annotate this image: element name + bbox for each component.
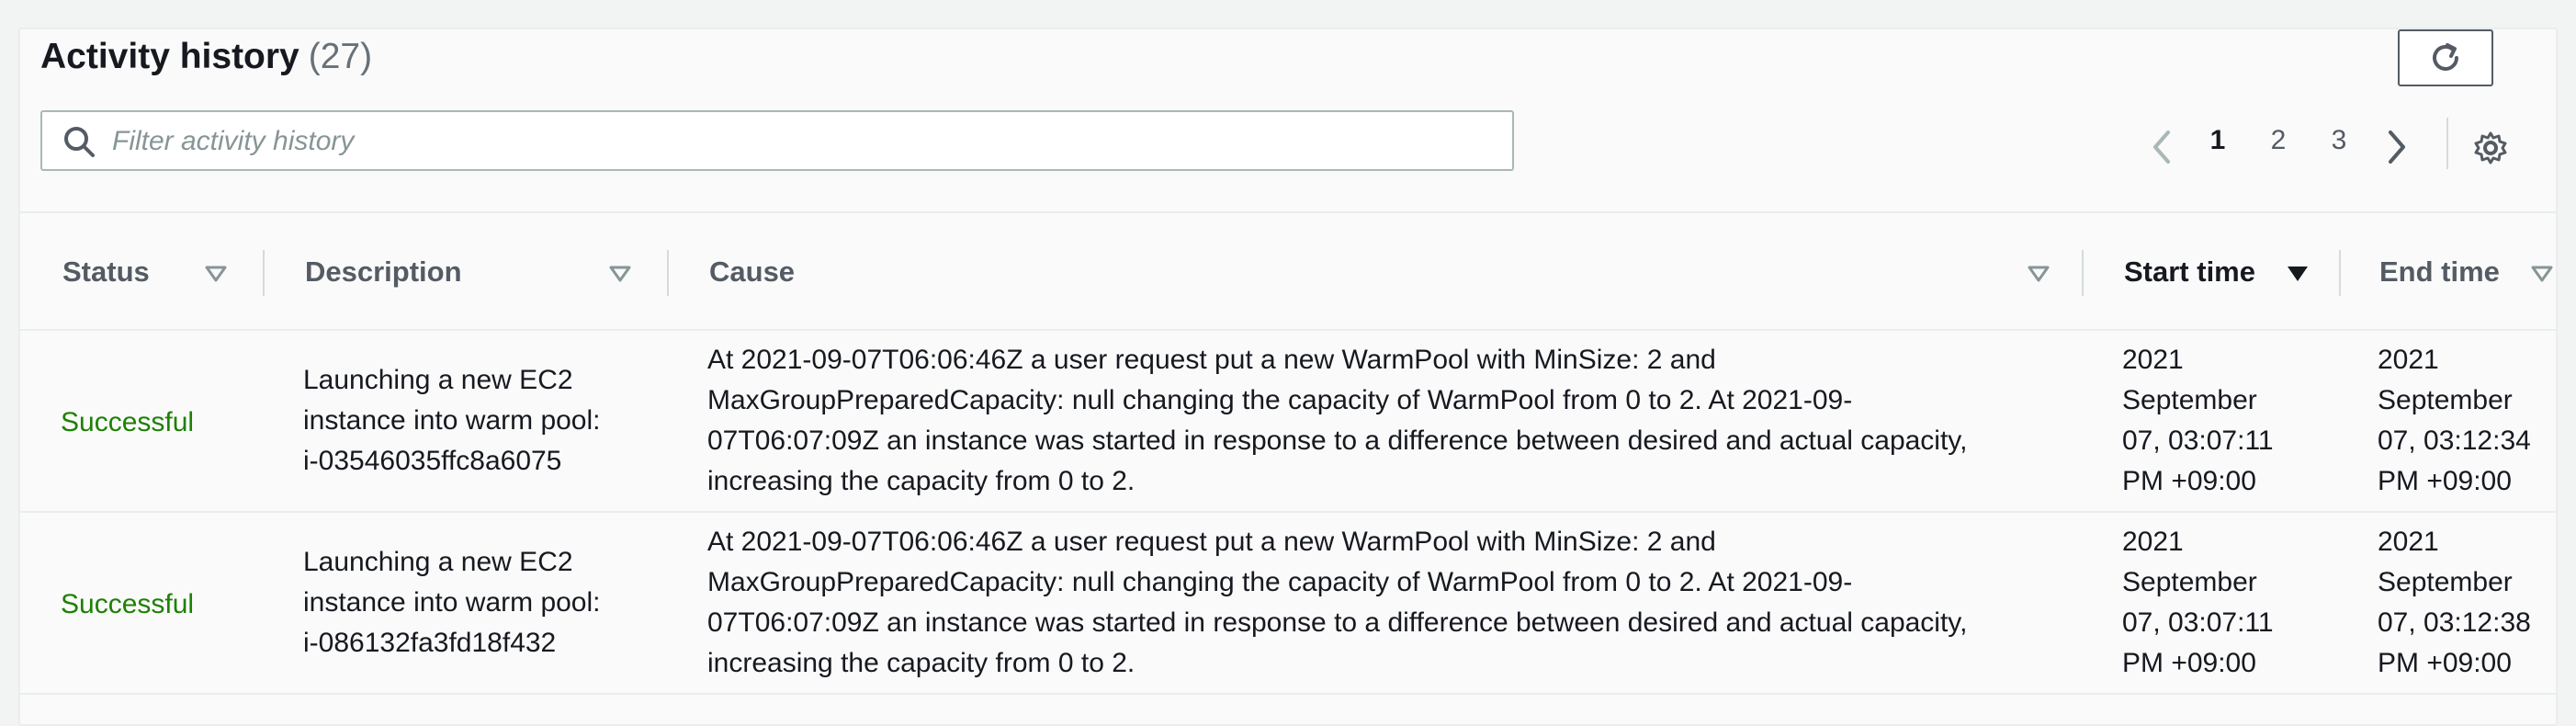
cause-line: 07T06:07:09Z an instance was started in … bbox=[707, 425, 1968, 456]
end-time-cell: 2021 September 07, 03:12:34 PM +09:00 bbox=[2378, 340, 2531, 502]
description-line: instance into warm pool: bbox=[303, 405, 601, 436]
pager-divider bbox=[2446, 118, 2448, 169]
search-icon bbox=[64, 127, 95, 157]
cause-line: At 2021-09-07T06:06:46Z a user request p… bbox=[707, 527, 1716, 557]
start-time-line: PM +09:00 bbox=[2122, 466, 2256, 496]
caret-down-icon[interactable] bbox=[2530, 265, 2554, 283]
cause-line: MaxGroupPreparedCapacity: null changing … bbox=[707, 567, 1853, 597]
cause-line: increasing the capacity from 0 to 2. bbox=[707, 648, 1135, 678]
column-separator bbox=[2339, 250, 2341, 296]
description-line: i-086132fa3fd18f432 bbox=[303, 628, 557, 658]
end-time-line: September bbox=[2378, 567, 2513, 597]
title-text: Activity history bbox=[40, 37, 299, 76]
column-end-time[interactable]: End time bbox=[2379, 213, 2500, 331]
cause-line: 07T06:07:09Z an instance was started in … bbox=[707, 607, 1968, 638]
start-time-line: PM +09:00 bbox=[2122, 648, 2256, 678]
end-time-line: 07, 03:12:34 bbox=[2378, 425, 2531, 456]
end-time-line: PM +09:00 bbox=[2378, 648, 2512, 678]
start-time-line: September bbox=[2122, 567, 2257, 597]
search-input[interactable] bbox=[110, 116, 1492, 167]
caret-down-icon[interactable] bbox=[2027, 265, 2051, 283]
chevron-right-icon[interactable] bbox=[2385, 129, 2411, 165]
description-line: i-03546035ffc8a6075 bbox=[303, 446, 562, 476]
start-time-cell: 2021 September 07, 03:07:11 PM +09:00 bbox=[2122, 522, 2274, 684]
cause-cell: At 2021-09-07T06:06:46Z a user request p… bbox=[707, 522, 1967, 684]
start-time-line: 07, 03:07:11 bbox=[2122, 607, 2274, 638]
column-start-time[interactable]: Start time bbox=[2124, 213, 2255, 331]
column-cause[interactable]: Cause bbox=[709, 213, 795, 331]
start-time-line: 2021 bbox=[2122, 527, 2184, 557]
end-time-cell: 2021 September 07, 03:12:38 PM +09:00 bbox=[2378, 522, 2531, 684]
end-time-line: September bbox=[2378, 385, 2513, 415]
status-successful: Successful bbox=[61, 589, 195, 619]
search-field[interactable] bbox=[40, 110, 1514, 171]
start-time-line: 07, 03:07:11 bbox=[2122, 425, 2274, 456]
start-time-line: September bbox=[2122, 385, 2257, 415]
end-time-line: 2021 bbox=[2378, 345, 2439, 375]
cause-line: At 2021-09-07T06:06:46Z a user request p… bbox=[707, 345, 1716, 375]
column-separator bbox=[263, 250, 265, 296]
page-2[interactable]: 2 bbox=[2260, 125, 2297, 156]
refresh-icon bbox=[2433, 43, 2458, 71]
table-row[interactable]: Successful Launching a new EC2 instance … bbox=[20, 513, 2556, 693]
chevron-left-icon[interactable] bbox=[2148, 129, 2174, 165]
caret-down-icon[interactable] bbox=[608, 265, 632, 283]
page-3[interactable]: 3 bbox=[2321, 125, 2357, 156]
column-status[interactable]: Status bbox=[62, 213, 150, 331]
cause-line: MaxGroupPreparedCapacity: null changing … bbox=[707, 385, 1853, 415]
row-divider bbox=[20, 693, 2556, 695]
page-title: Activity history (27) bbox=[40, 37, 372, 77]
start-time-cell: 2021 September 07, 03:07:11 PM +09:00 bbox=[2122, 340, 2274, 502]
caret-down-icon[interactable] bbox=[2286, 265, 2310, 283]
page-1[interactable]: 1 bbox=[2199, 125, 2236, 156]
end-time-line: 2021 bbox=[2378, 527, 2439, 557]
column-separator bbox=[667, 250, 669, 296]
gear-icon[interactable] bbox=[2473, 130, 2508, 165]
description-line: Launching a new EC2 bbox=[303, 365, 573, 395]
description-line: Launching a new EC2 bbox=[303, 547, 573, 577]
caret-down-icon[interactable] bbox=[204, 265, 228, 283]
cause-cell: At 2021-09-07T06:06:46Z a user request p… bbox=[707, 340, 1967, 502]
description-line: instance into warm pool: bbox=[303, 587, 601, 618]
activity-count: (27) bbox=[308, 37, 373, 76]
cause-line: increasing the capacity from 0 to 2. bbox=[707, 466, 1135, 496]
column-separator bbox=[2082, 250, 2084, 296]
description-cell: Launching a new EC2 instance into warm p… bbox=[303, 542, 601, 664]
table-row[interactable]: Successful Launching a new EC2 instance … bbox=[20, 331, 2556, 511]
end-time-line: PM +09:00 bbox=[2378, 466, 2512, 496]
start-time-line: 2021 bbox=[2122, 345, 2184, 375]
refresh-button[interactable] bbox=[2398, 29, 2493, 86]
status-successful: Successful bbox=[61, 407, 195, 437]
table-header: Status Description Cause Start time End … bbox=[20, 213, 2556, 331]
description-cell: Launching a new EC2 instance into warm p… bbox=[303, 360, 601, 482]
end-time-line: 07, 03:12:38 bbox=[2378, 607, 2531, 638]
column-description[interactable]: Description bbox=[305, 213, 462, 331]
